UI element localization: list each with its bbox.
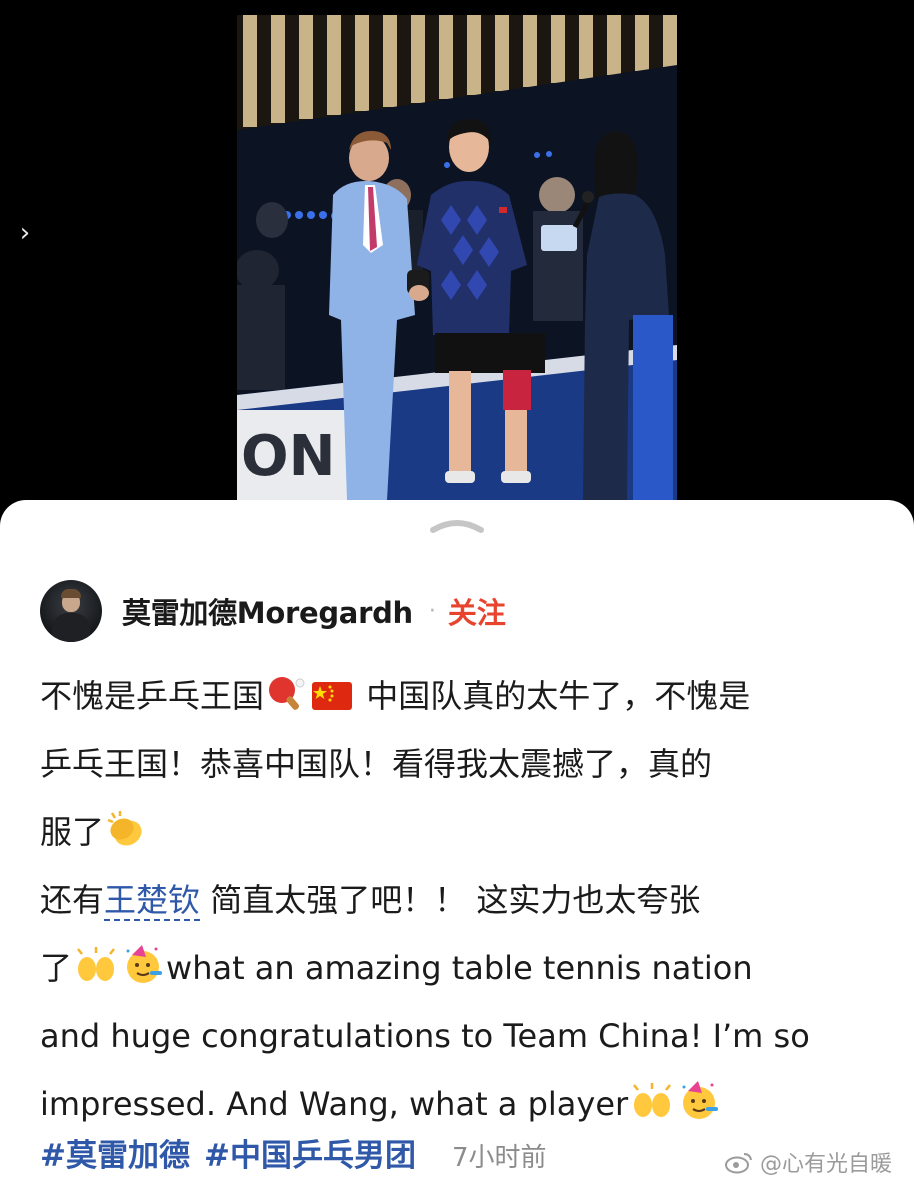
comment-sheet: 莫雷加德Moregardh · 关注 不愧是乒乓王国 中国队真的太牛了，不愧是 … [0,500,914,1200]
author-name[interactable]: 莫雷加德Moregardh [122,590,413,632]
post-line-2: 乒乓王国！恭喜中国队！看得我太震撼了，真的 [40,745,713,783]
post-photo[interactable]: ON [237,15,677,500]
post-line-4: 还有王楚钦 简直太强了吧！！ 这实力也太夸张 [40,866,880,934]
partying-face-icon [682,1081,719,1119]
post-meta: #莫雷加德 #中国乒乓男团 7小时前 [40,1130,547,1175]
post-line-5: 了 what an amazing table tennis nation [40,934,880,1002]
post-text-segment: 中国队真的太牛了，不愧是 [356,677,751,715]
post-timestamp: 7小时前 [451,1143,547,1173]
post-text-segment: impressed. And Wang, what a player [40,1085,629,1123]
photo-scene: ON [237,15,677,500]
post-body: 不愧是乒乓王国 中国队真的太牛了，不愧是 乒乓王国！恭喜中国队！看得我太震撼了，… [40,662,880,1138]
raising-hands-icon [77,947,115,981]
partying-face-icon [126,945,163,983]
hashtag-link[interactable]: #莫雷加德 [40,1130,190,1175]
post-text-segment: 还有 [40,881,105,919]
post-text-segment: 服了 [40,813,105,851]
separator-dot: · [428,598,436,624]
post-text-segment: 不愧是乒乓王国 [40,677,265,715]
author-row: 莫雷加德Moregardh · 关注 [40,578,506,644]
china-flag-icon [312,682,353,710]
avatar[interactable] [40,580,102,642]
follow-button[interactable]: 关注 [448,590,506,632]
post-text-segment: 简直太强了吧！！ 这实力也太夸张 [200,881,701,919]
post-text-segment: what an amazing table tennis nation [166,949,753,987]
raising-hands-icon [633,1083,672,1117]
collapse-handle-icon[interactable] [427,514,487,536]
post-text-segment: 了 [40,949,73,987]
ping-pong-icon [269,677,305,710]
clapping-hands-icon [107,811,142,846]
post-line-7: impressed. And Wang, what a player [40,1070,880,1138]
post-line-6: and huge congratulations to Team China! … [40,1017,810,1055]
chevron-right-icon[interactable]: › [14,218,36,248]
watermark: @心有光自暖 [724,1146,892,1178]
mention-link[interactable]: 王楚钦 [104,881,201,921]
watermark-text: @心有光自暖 [759,1152,892,1177]
post-line-1: 不愧是乒乓王国 中国队真的太牛了，不愧是 [40,662,880,730]
post-line-3: 服了 [40,798,880,866]
svg-text:ON: ON [241,424,335,489]
weibo-logo-icon [724,1153,752,1174]
hashtag-link[interactable]: #中国乒乓男团 [204,1130,416,1175]
